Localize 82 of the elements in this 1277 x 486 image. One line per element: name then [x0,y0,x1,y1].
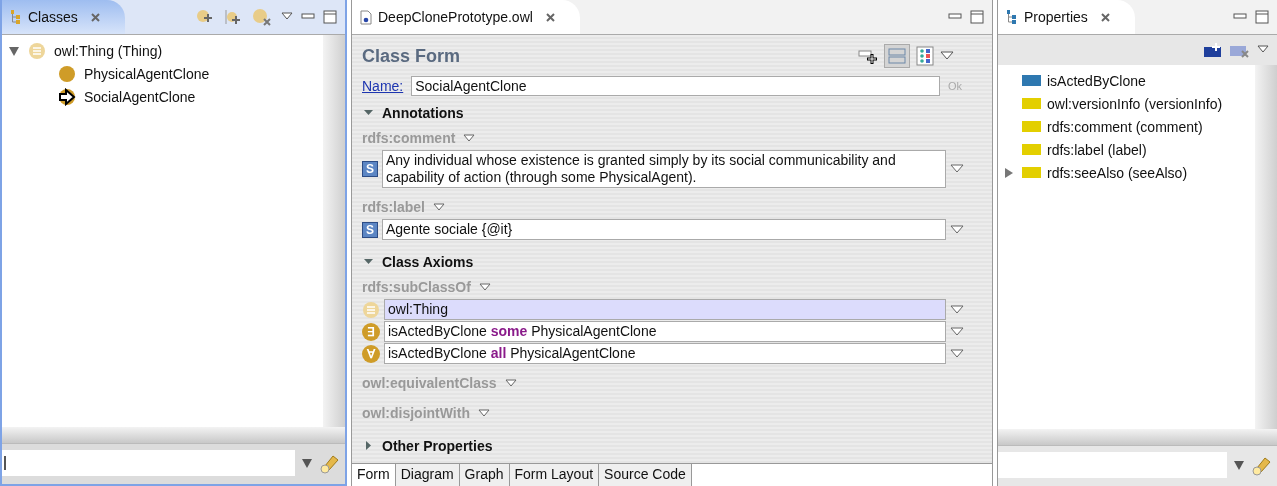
dropdown-icon[interactable] [950,224,964,235]
document-tab[interactable]: DeepClonePrototype.owl [352,0,580,34]
class-hierarchy-icon [10,9,22,25]
string-type-icon: S [362,221,378,238]
property-label: rdfs:label [362,199,425,215]
dropdown-icon[interactable] [433,202,445,212]
expand-arrow-icon[interactable] [1004,166,1014,179]
editor-tab[interactable]: Graph [459,464,510,486]
properties-tab[interactable]: Properties [998,0,1135,34]
property-item[interactable]: owl:versionInfo (versionInfo) [1047,95,1223,112]
vertical-scrollbar[interactable] [323,35,345,427]
dropdown-icon[interactable] [301,457,313,469]
form-title: Class Form [362,45,461,67]
close-icon[interactable] [544,11,556,23]
section-toggle-icon[interactable] [364,108,374,118]
add-widget-icon[interactable] [858,47,878,65]
expand-arrow-icon[interactable] [8,44,20,57]
minimize-icon[interactable] [1233,12,1247,22]
add-property-icon[interactable] [1203,42,1223,58]
palette-icon[interactable] [916,46,934,66]
name-field[interactable]: SocialAgentClone [411,76,940,96]
dropdown-icon[interactable] [478,282,491,292]
maximize-icon[interactable] [970,10,984,24]
view-menu-icon[interactable] [281,12,293,22]
editor-tab[interactable]: Form Layout [509,464,600,486]
property-item[interactable]: rdfs:seeAlso (seeAlso) [1047,164,1188,181]
value-field[interactable]: owl:Thing [384,299,946,320]
property-item[interactable]: rdfs:label (label) [1047,141,1147,158]
vertical-scrollbar[interactable] [1255,65,1277,429]
search-field[interactable] [2,450,295,476]
property-item[interactable]: isActedByClone [1047,72,1146,89]
restriction-icon: ∃ [362,322,380,341]
search-field[interactable] [998,452,1227,478]
value-field[interactable]: Agente sociale {@it} [382,219,946,240]
dropdown-icon[interactable] [950,164,964,174]
string-type-icon: S [362,161,378,177]
property-label: owl:disjointWith [362,405,470,421]
class-icon [28,41,46,60]
dropdown-icon[interactable] [950,348,964,359]
dropdown-icon[interactable] [463,133,476,143]
value-field[interactable]: isActedByClone some PhysicalAgentClone [384,321,946,342]
section-title[interactable]: Annotations [382,105,464,121]
horizontal-scrollbar[interactable] [998,429,1277,446]
add-sibling-icon[interactable] [223,8,243,26]
restriction-icon: ∀ [362,344,380,363]
section-title[interactable]: Other Properties [382,438,493,454]
view-menu-icon[interactable] [940,51,954,61]
maximize-icon[interactable] [323,10,337,24]
dropdown-icon[interactable] [950,304,964,315]
minimize-icon[interactable] [948,12,962,22]
dropdown-icon[interactable] [950,326,964,337]
horizontal-scrollbar[interactable] [2,427,345,444]
tree-item[interactable]: PhysicalAgentClone [84,65,210,82]
property-label: rdfs:comment [362,130,456,146]
section-toggle-icon[interactable] [364,441,374,451]
property-hierarchy-icon [1006,9,1018,25]
arrow-class-icon [58,87,76,106]
document-icon [360,9,372,25]
section-toggle-icon[interactable] [364,257,374,267]
property-label: rdfs:subClassOf [362,279,471,295]
view-menu-icon[interactable] [1257,45,1269,55]
class-icon [58,64,76,83]
dropdown-icon[interactable] [477,408,490,418]
property-item[interactable]: rdfs:comment (comment) [1047,118,1203,135]
editor-tab[interactable]: Source Code [599,464,692,486]
close-icon[interactable] [1099,11,1111,23]
classes-tab[interactable]: Classes [2,0,125,34]
value-field[interactable]: isActedByClone all PhysicalAgentClone [384,343,946,364]
maximize-icon[interactable] [1255,10,1269,24]
close-icon[interactable] [89,11,101,23]
dropdown-icon[interactable] [504,378,517,388]
minimize-icon[interactable] [301,12,315,22]
property-label: owl:equivalentClass [362,375,497,391]
dropdown-icon[interactable] [1233,459,1245,471]
value-field[interactable]: Any individual whose existence is granted simply by its social communicability and capability of action (through some PhysicalAgent). [382,150,946,188]
name-link[interactable]: Name: [362,78,404,94]
tree-item[interactable]: SocialAgentClone [84,88,196,105]
tree-item[interactable]: owl:Thing (Thing) [54,42,163,59]
section-title[interactable]: Class Axioms [382,254,474,270]
editor-tab[interactable]: Diagram [395,464,460,486]
delete-class-icon[interactable] [251,7,273,27]
class-icon [362,300,380,319]
